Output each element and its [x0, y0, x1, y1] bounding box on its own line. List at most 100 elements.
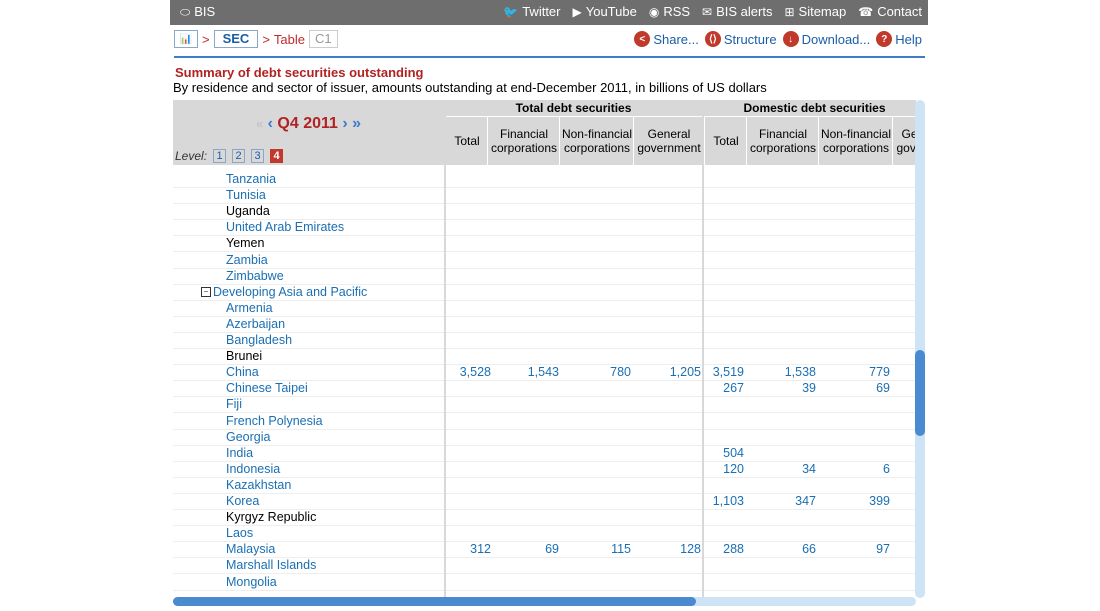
row-label[interactable]: French Polynesia: [173, 413, 444, 430]
row-label[interactable]: Tunisia: [173, 187, 444, 205]
table-cell[interactable]: 504: [684, 445, 744, 461]
row-label[interactable]: Kazakhstan: [173, 477, 444, 494]
table-cell: [431, 525, 491, 541]
row-label[interactable]: Tanzania: [173, 171, 444, 188]
table-cell[interactable]: 97: [830, 541, 890, 557]
top-link-sitemap[interactable]: ⊞ Sitemap: [784, 4, 846, 19]
phone-icon: ☎: [858, 4, 874, 19]
row-label-text: Mongolia: [226, 574, 277, 589]
table-cell[interactable]: 66: [756, 541, 816, 557]
table-cell[interactable]: 312: [431, 541, 491, 557]
table-cell: [571, 252, 631, 268]
table-cell: [571, 461, 631, 477]
table-cell: [684, 252, 744, 268]
top-link-contact[interactable]: ☎ Contact: [858, 4, 922, 19]
top-link-bis-alerts[interactable]: ✉ BIS alerts: [702, 4, 772, 19]
table-cell: [830, 219, 890, 235]
row-label[interactable]: Georgia: [173, 429, 444, 446]
table-cell[interactable]: 780: [571, 364, 631, 380]
row-label[interactable]: Indonesia: [173, 461, 444, 478]
table-cell: [756, 219, 816, 235]
table-cell[interactable]: 39: [756, 380, 816, 396]
column-header[interactable]: Ge gove: [892, 117, 916, 165]
row-label[interactable]: Zimbabwe: [173, 268, 444, 285]
table-cell: [431, 219, 491, 235]
top-link-rss[interactable]: ◉ RSS: [649, 4, 690, 19]
level-option-4[interactable]: 4: [270, 149, 284, 163]
table-cell[interactable]: 115: [571, 541, 631, 557]
row-label[interactable]: Laos: [173, 525, 444, 543]
last-period-button[interactable]: »: [352, 115, 361, 132]
row-label[interactable]: Armenia: [173, 300, 444, 317]
table-cell[interactable]: 120: [684, 461, 744, 477]
next-period-button[interactable]: ›: [342, 115, 347, 132]
table-cell[interactable]: 3,519: [684, 364, 744, 380]
table-cell[interactable]: 69: [830, 380, 890, 396]
row-label-text: Armenia: [226, 300, 273, 315]
collapse-icon[interactable]: −: [201, 287, 211, 298]
first-period-button[interactable]: «: [256, 116, 263, 131]
table-cell[interactable]: 34: [756, 461, 816, 477]
table-cell: [499, 429, 559, 445]
column-header[interactable]: Total: [445, 117, 488, 165]
row-label[interactable]: Zambia: [173, 252, 444, 269]
level-option-2[interactable]: 2: [232, 149, 246, 163]
table-cell[interactable]: 399: [830, 493, 890, 509]
structure-button[interactable]: ⟨⟩ Structure: [704, 31, 777, 47]
table-cell: [830, 477, 890, 493]
column-header[interactable]: Non-financial corporations: [818, 117, 893, 165]
prev-period-button[interactable]: ‹: [268, 115, 273, 132]
top-link-label: YouTube: [585, 4, 637, 19]
table-cell[interactable]: 1,538: [756, 364, 816, 380]
top-link-youtube[interactable]: ▶ YouTube: [573, 4, 637, 19]
breadcrumb-table[interactable]: Table: [274, 32, 305, 47]
table-cell[interactable]: 288: [684, 541, 744, 557]
table-cell[interactable]: 1,103: [684, 493, 744, 509]
row-label[interactable]: Bangladesh: [173, 332, 444, 349]
row-label[interactable]: Korea: [173, 493, 444, 510]
row-label[interactable]: Marshall Islands: [173, 557, 444, 575]
help-button[interactable]: ? Help: [876, 31, 922, 47]
vertical-scrollbar[interactable]: [915, 100, 925, 598]
download-button[interactable]: ↓ Download...: [782, 31, 870, 47]
level-option-3[interactable]: 3: [251, 149, 265, 163]
table-cell: [684, 348, 744, 364]
chart-home-icon[interactable]: 📊: [174, 30, 198, 48]
bis-logo[interactable]: ⬭ BIS: [180, 4, 215, 19]
top-link-twitter[interactable]: 🐦 Twitter: [503, 4, 560, 19]
column-header[interactable]: Total: [704, 117, 747, 165]
column-header[interactable]: Financial corporations: [746, 117, 819, 165]
table-cell: [830, 284, 890, 300]
row-label[interactable]: Azerbaijan: [173, 316, 444, 333]
table-cell[interactable]: 69: [499, 541, 559, 557]
column-header[interactable]: Non-financial corporations: [559, 117, 634, 165]
row-label-text: Bangladesh: [226, 333, 293, 347]
column-header[interactable]: Financial corporations: [487, 117, 560, 165]
table-cell[interactable]: 1,543: [499, 364, 559, 380]
row-label[interactable]: India: [173, 445, 444, 462]
horizontal-scrollbar[interactable]: [173, 597, 916, 606]
share-button[interactable]: < Share...: [634, 31, 699, 47]
row-label[interactable]: Mongolia: [173, 574, 444, 591]
level-option-1[interactable]: 1: [213, 149, 227, 163]
row-label[interactable]: Malaysia: [173, 541, 444, 559]
table-cell[interactable]: 267: [684, 380, 744, 396]
table-cell[interactable]: 6: [830, 461, 890, 477]
table-cell: [499, 477, 559, 493]
level-selector: Level: 1234: [175, 149, 284, 163]
table-cell[interactable]: 347: [756, 493, 816, 509]
horizontal-scroll-thumb[interactable]: [173, 597, 696, 606]
row-label[interactable]: Chinese Taipei: [173, 380, 444, 398]
row-label-text: Chinese Taipei: [226, 381, 308, 396]
row-label[interactable]: − Developing Asia and Pacific: [173, 284, 444, 301]
column-header[interactable]: General government: [633, 117, 704, 165]
vertical-scroll-thumb[interactable]: [915, 350, 925, 436]
row-label[interactable]: China: [173, 364, 444, 382]
row-label[interactable]: Fiji: [173, 396, 444, 414]
breadcrumb-c1[interactable]: C1: [309, 30, 338, 48]
table-cell[interactable]: 3,528: [431, 364, 491, 380]
table-cell[interactable]: 779: [830, 364, 890, 380]
row-label[interactable]: United Arab Emirates: [173, 219, 444, 237]
table-cell: [431, 509, 491, 525]
breadcrumb-sec[interactable]: SEC: [213, 30, 259, 48]
